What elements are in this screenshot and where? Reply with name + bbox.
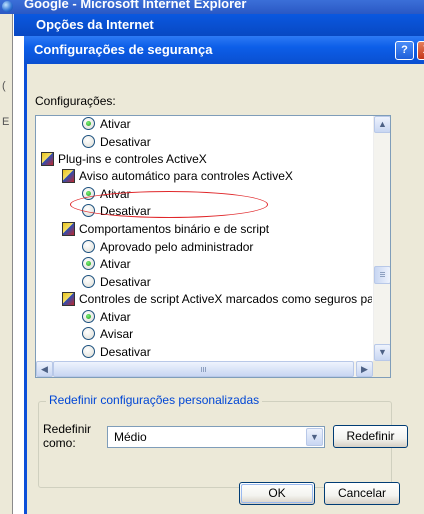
scroll-up-icon[interactable]: ▲ (374, 116, 390, 133)
ie-window-edge: ( E (0, 14, 13, 514)
security-settings-dialog: Configurações de segurança ? X Configura… (24, 36, 424, 514)
internet-options-title: Opções da Internet (36, 17, 154, 32)
internet-options-title-bar: Opções da Internet (14, 14, 424, 36)
cancel-button[interactable]: Cancelar (324, 482, 400, 505)
scrollbar-corner (373, 361, 390, 377)
tree-option-label: Avisar (100, 327, 134, 341)
reset-level-select[interactable]: Médio ▼ (107, 426, 325, 448)
tree-category-label: Controles de script ActiveX marcados com… (79, 292, 372, 306)
ie-window-title: Google - Microsoft Internet Explorer (24, 0, 247, 11)
scroll-right-icon[interactable]: ▶ (356, 361, 373, 377)
settings-category-icon (41, 152, 54, 166)
horizontal-scrollbar[interactable]: ◀ ▶ (36, 361, 373, 377)
radio-checked-icon (82, 117, 95, 130)
tree-category-label: Aviso automático para controles ActiveX (79, 169, 293, 183)
ie-fragment-1: ( (2, 80, 6, 92)
radio-checked-icon (82, 257, 95, 270)
settings-category-icon (62, 222, 75, 236)
tree-option-label: Aprovado pelo administrador (100, 240, 254, 254)
vertical-scroll-thumb[interactable] (374, 266, 390, 284)
reset-group-legend: Redefinir configurações personalizadas (46, 393, 263, 407)
vertical-scrollbar[interactable]: ▲ ▼ (373, 116, 390, 361)
settings-category-icon (62, 169, 75, 183)
reset-level-value: Médio (114, 430, 147, 444)
tree-category-label: Plug-ins e controles ActiveX (58, 152, 207, 166)
radio-unchecked-icon (82, 135, 95, 148)
radio-unchecked-icon (82, 345, 95, 358)
scroll-down-icon[interactable]: ▼ (374, 344, 390, 361)
tree-option-label: Ativar (100, 310, 131, 324)
settings-label: Configurações: (35, 94, 116, 108)
scroll-left-icon[interactable]: ◀ (36, 361, 53, 377)
tree-option-label: Ativar (100, 117, 131, 131)
tree-option-label: Desativar (100, 345, 151, 359)
tree-category-label: Comportamentos binário e de script (79, 222, 270, 236)
chevron-down-icon[interactable]: ▼ (306, 428, 323, 446)
ie-fragment-2: E (2, 116, 10, 128)
settings-category-icon (62, 292, 75, 306)
horizontal-scroll-thumb[interactable] (53, 361, 354, 377)
radio-checked-icon (82, 310, 95, 323)
close-button[interactable]: X (417, 41, 424, 60)
tree-option-label: Desativar (100, 135, 151, 149)
radio-unchecked-icon (82, 240, 95, 253)
settings-tree: Ativar Desativar Plug-ins e controles Ac… (35, 115, 391, 378)
radio-unchecked-icon (82, 275, 95, 288)
reset-to-label: Redefinir como: (43, 422, 92, 450)
highlight-ellipse (70, 191, 268, 218)
ok-button-label: OK (268, 486, 286, 500)
ok-button[interactable]: OK (239, 482, 315, 505)
ie-logo-icon (2, 1, 13, 12)
radio-unchecked-icon (82, 327, 95, 340)
tree-option-label: Ativar (100, 257, 131, 271)
dialog-title: Configurações de segurança (34, 42, 213, 57)
ie-title-bar: Google - Microsoft Internet Explorer (0, 0, 424, 14)
dialog-title-bar: Configurações de segurança ? X (24, 36, 424, 64)
tree-option-label: Desativar (100, 275, 151, 289)
help-button[interactable]: ? (395, 41, 414, 60)
reset-button[interactable]: Redefinir (333, 425, 408, 448)
settings-tree-list: Ativar Desativar Plug-ins e controles Ac… (36, 116, 372, 361)
